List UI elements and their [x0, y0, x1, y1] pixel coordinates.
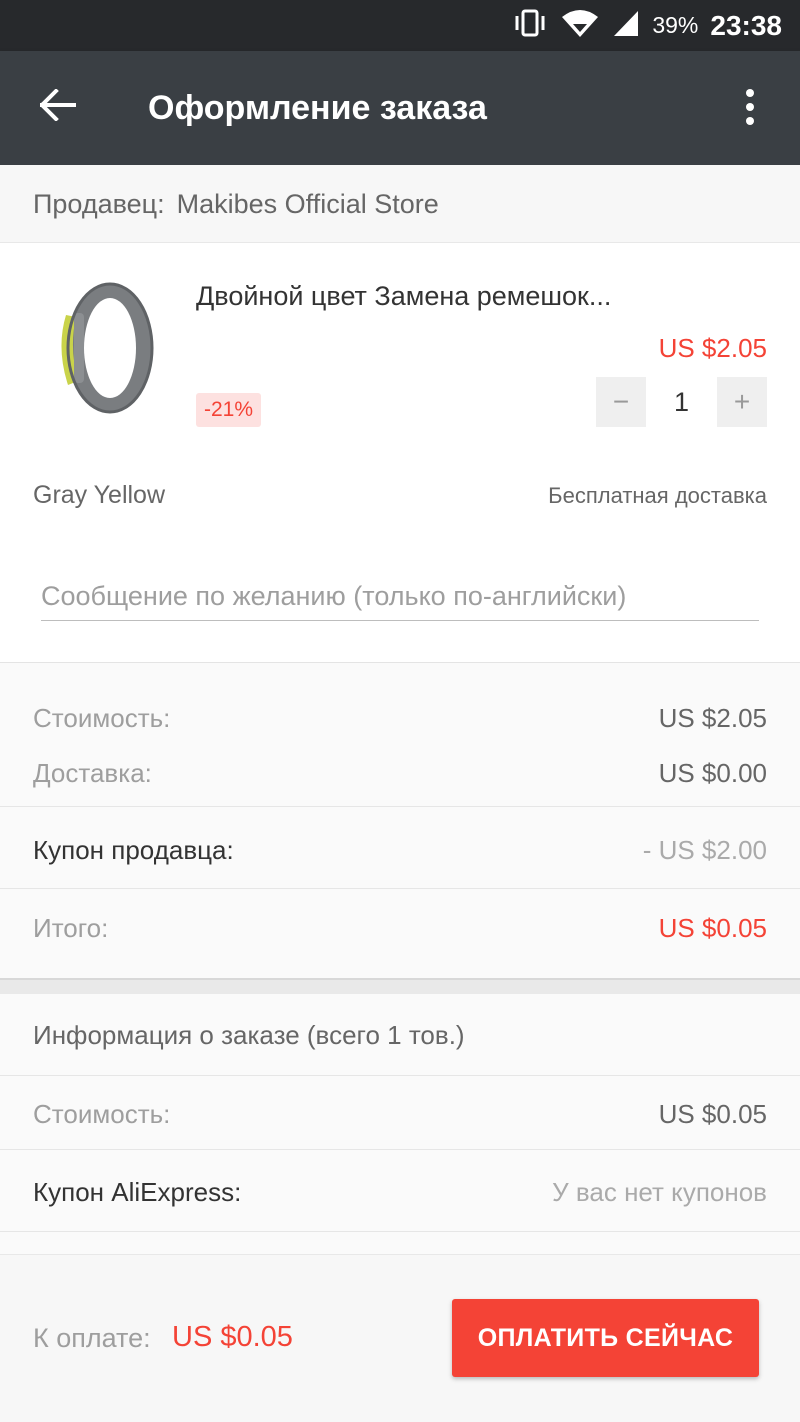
divider	[0, 1149, 800, 1150]
clock: 23:38	[710, 9, 782, 41]
aliexpress-coupon-value: У вас нет купонов	[552, 1177, 767, 1207]
seller-row[interactable]: Продавец: Makibes Official Store	[0, 165, 800, 243]
seller-coupon-row[interactable]: Купон продавца: - US $2.00	[33, 835, 767, 866]
page-title: Оформление заказа	[148, 89, 487, 127]
message-field-wrapper	[41, 573, 759, 621]
increase-quantity-button[interactable]: +	[717, 377, 767, 427]
amount-due-label: К оплате:	[33, 1323, 151, 1353]
seller-coupon-label: Купон продавца:	[33, 835, 234, 865]
more-options-button[interactable]	[726, 81, 774, 137]
divider	[0, 806, 800, 807]
status-bar: 39% 23:38	[0, 0, 800, 51]
quantity-value: 1	[646, 377, 717, 427]
discount-badge: -21%	[196, 393, 262, 427]
arrow-left-icon	[39, 87, 76, 126]
seller-coupon-value: - US $2.00	[642, 835, 767, 865]
checkout-bar: К оплате: US $0.05 ОПЛАТИТЬ СЕЙЧАС	[0, 1254, 800, 1422]
summary-delivery-row: Доставка: US $0.00	[33, 758, 767, 789]
product-card: Двойной цвет Замена ремешок... US $2.05 …	[0, 243, 800, 663]
divider	[0, 1075, 800, 1076]
order-cost-value: US $0.05	[658, 1099, 767, 1129]
divider	[0, 1231, 800, 1232]
amount-due-value: US $0.05	[172, 1321, 293, 1353]
summary-total-value: US $0.05	[658, 913, 767, 943]
back-button[interactable]	[30, 79, 86, 135]
summary-cost-row: Стоимость: US $2.05	[33, 703, 767, 734]
order-info-section: Информация о заказе (всего 1 тов.) Стоим…	[0, 994, 800, 1254]
order-cost-label: Стоимость:	[33, 1099, 171, 1129]
summary-delivery-label: Доставка:	[33, 758, 152, 788]
section-separator	[0, 978, 800, 994]
decrease-quantity-button[interactable]: −	[596, 377, 646, 427]
seller-message-input[interactable]	[41, 573, 759, 620]
divider	[0, 888, 800, 889]
summary-total-label: Итого:	[33, 913, 109, 943]
price-summary: Стоимость: US $2.05 Доставка: US $0.00 К…	[0, 663, 800, 978]
product-variant: Gray Yellow	[33, 481, 166, 509]
aliexpress-coupon-label: Купон AliExpress:	[33, 1177, 242, 1207]
summary-cost-label: Стоимость:	[33, 703, 171, 733]
vibrate-icon	[512, 8, 548, 43]
product-thumbnail[interactable]	[38, 273, 168, 423]
app-bar: Оформление заказа	[0, 51, 800, 165]
summary-total-row: Итого: US $0.05	[33, 913, 767, 944]
quantity-stepper: − 1 +	[596, 377, 767, 427]
product-title[interactable]: Двойной цвет Замена ремешок...	[196, 281, 666, 312]
pay-now-button[interactable]: ОПЛАТИТЬ СЕЙЧАС	[452, 1299, 759, 1377]
wifi-icon	[560, 8, 600, 43]
summary-cost-value: US $2.05	[658, 703, 767, 733]
seller-label: Продавец:	[33, 189, 165, 219]
more-vertical-icon	[745, 88, 755, 130]
aliexpress-coupon-row[interactable]: Купон AliExpress: У вас нет купонов	[33, 1177, 767, 1208]
order-info-header: Информация о заказе (всего 1 тов.)	[33, 1020, 465, 1050]
status-icons: 39% 23:38	[512, 0, 782, 51]
seller-name[interactable]: Makibes Official Store	[177, 189, 439, 219]
cell-signal-icon	[612, 8, 640, 43]
product-price: US $2.05	[658, 333, 767, 363]
order-cost-row: Стоимость: US $0.05	[33, 1099, 767, 1130]
summary-delivery-value: US $0.00	[658, 758, 767, 788]
shipping-method[interactable]: Бесплатная доставка	[548, 483, 767, 509]
battery-percent: 39%	[652, 12, 699, 38]
